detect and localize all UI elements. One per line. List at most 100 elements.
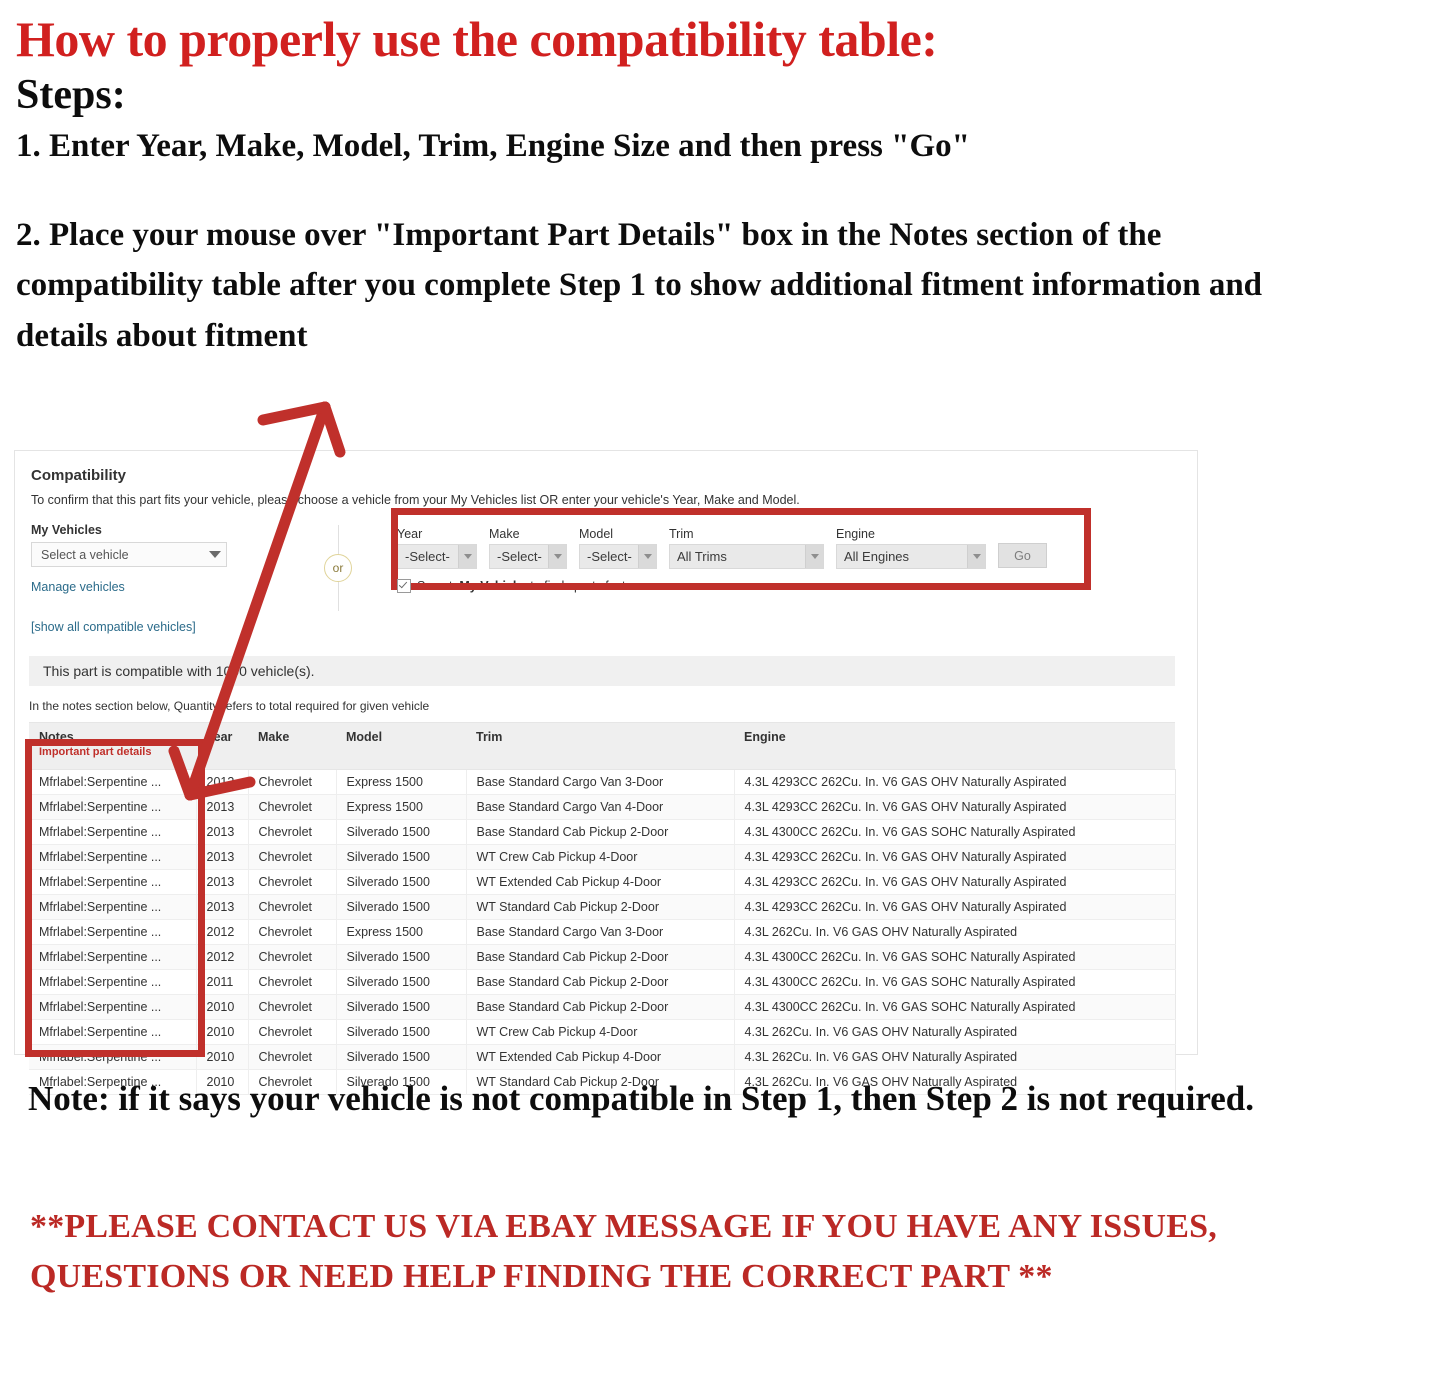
trim-select-value: All Trims <box>677 549 727 564</box>
cell-model: Silverado 1500 <box>336 969 467 995</box>
cell-notes[interactable]: Mfrlabel:Serpentine ... <box>29 794 197 820</box>
engine-label: Engine <box>836 527 875 541</box>
column-header-model[interactable]: Model <box>336 722 466 770</box>
table-row[interactable]: Mfrlabel:Serpentine ... 2010 Chevrolet Silv… <box>29 1019 1176 1045</box>
cell-model: Silverado 1500 <box>336 819 467 845</box>
cell-year: 2010 <box>196 1044 249 1070</box>
cell-trim: WT Extended Cab Pickup 4-Door <box>466 869 735 895</box>
make-field: Make -Select- <box>489 527 567 569</box>
table-row[interactable]: Mfrlabel:Serpentine ... 2010 Chevrolet Silv… <box>29 1044 1176 1070</box>
cell-make: Chevrolet <box>248 844 337 870</box>
notes-quantity-hint: In the notes section below, Quantity ref… <box>29 699 430 713</box>
cell-make: Chevrolet <box>248 869 337 895</box>
cell-model: Silverado 1500 <box>336 1019 467 1045</box>
cell-engine: 4.3L 4293CC 262Cu. In. V6 GAS OHV Natura… <box>734 844 1176 870</box>
cell-notes[interactable]: Mfrlabel:Serpentine ... <box>29 944 197 970</box>
make-select[interactable]: -Select- <box>489 544 567 569</box>
cell-notes[interactable]: Mfrlabel:Serpentine ... <box>29 869 197 895</box>
table-row[interactable]: Mfrlabel:Serpentine ... 2013 Chevrolet Expr… <box>29 769 1176 795</box>
table-row[interactable]: Mfrlabel:Serpentine ... 2010 Chevrolet Silv… <box>29 994 1176 1020</box>
my-vehicles-select[interactable]: Select a vehicle <box>31 542 227 567</box>
engine-field: Engine All Engines <box>836 527 986 569</box>
save-to-my-vehicles-checkbox[interactable] <box>397 579 411 593</box>
my-vehicles-column: My Vehicles Select a vehicle Manage vehi… <box>31 523 283 634</box>
or-divider: or <box>283 523 393 613</box>
page-title: How to properly use the compatibility ta… <box>16 11 938 67</box>
vehicle-fields-group: Year -Select- Make -Select- Model -Selec… <box>391 508 1179 593</box>
cell-notes[interactable]: Mfrlabel:Serpentine ... <box>29 844 197 870</box>
cell-trim: Base Standard Cargo Van 4-Door <box>466 794 735 820</box>
cell-make: Chevrolet <box>248 1019 337 1045</box>
chevron-down-icon <box>967 545 985 568</box>
model-select-value: -Select- <box>587 549 632 564</box>
year-select-value: -Select- <box>405 549 450 564</box>
year-field: Year -Select- <box>397 527 477 569</box>
column-header-trim[interactable]: Trim <box>466 722 734 770</box>
cell-engine: 4.3L 4293CC 262Cu. In. V6 GAS OHV Natura… <box>734 869 1176 895</box>
cell-trim: WT Standard Cab Pickup 2-Door <box>466 894 735 920</box>
cell-notes[interactable]: Mfrlabel:Serpentine ... <box>29 769 197 795</box>
cell-trim: Base Standard Cab Pickup 2-Door <box>466 969 735 995</box>
table-row[interactable]: Mfrlabel:Serpentine ... 2013 Chevrolet Silv… <box>29 869 1176 895</box>
trim-select[interactable]: All Trims <box>669 544 824 569</box>
column-header-year[interactable]: Year <box>196 722 248 770</box>
compatibility-subtitle: To confirm that this part fits your vehi… <box>31 493 800 507</box>
cell-notes[interactable]: Mfrlabel:Serpentine ... <box>29 1044 197 1070</box>
year-select[interactable]: -Select- <box>397 544 477 569</box>
cell-engine: 4.3L 4293CC 262Cu. In. V6 GAS OHV Natura… <box>734 769 1176 795</box>
footer-note: Note: if it says your vehicle is not com… <box>28 1079 1254 1118</box>
table-row[interactable]: Mfrlabel:Serpentine ... 2011 Chevrolet Silv… <box>29 969 1176 995</box>
go-button[interactable]: Go <box>998 543 1047 568</box>
cell-year: 2013 <box>196 769 249 795</box>
cell-make: Chevrolet <box>248 919 337 945</box>
save-to-my-vehicles-row[interactable]: Save to My Vehicles to finds parts faste… <box>397 579 1179 593</box>
cell-notes[interactable]: Mfrlabel:Serpentine ... <box>29 994 197 1020</box>
column-header-notes[interactable]: Notes Important part details <box>29 722 196 770</box>
footer-contact-message: **PLEASE CONTACT US VIA EBAY MESSAGE IF … <box>30 1208 1217 1296</box>
cell-notes[interactable]: Mfrlabel:Serpentine ... <box>29 894 197 920</box>
cell-trim: WT Crew Cab Pickup 4-Door <box>466 844 735 870</box>
my-vehicles-label: My Vehicles <box>31 523 102 537</box>
step-1-text: 1. Enter Year, Make, Model, Trim, Engine… <box>16 128 970 164</box>
table-row[interactable]: Mfrlabel:Serpentine ... 2013 Chevrolet Silv… <box>29 819 1176 845</box>
column-header-engine[interactable]: Engine <box>734 722 1175 770</box>
cell-trim: Base Standard Cargo Van 3-Door <box>466 769 735 795</box>
cell-make: Chevrolet <box>248 894 337 920</box>
cell-notes[interactable]: Mfrlabel:Serpentine ... <box>29 1019 197 1045</box>
cell-notes[interactable]: Mfrlabel:Serpentine ... <box>29 919 197 945</box>
table-header-row: Notes Important part details Year Make M… <box>29 722 1175 770</box>
table-row[interactable]: Mfrlabel:Serpentine ... 2013 Chevrolet Silv… <box>29 844 1176 870</box>
model-select[interactable]: -Select- <box>579 544 657 569</box>
table-row[interactable]: Mfrlabel:Serpentine ... 2012 Chevrolet Silv… <box>29 944 1176 970</box>
cell-engine: 4.3L 4300CC 262Cu. In. V6 GAS SOHC Natur… <box>734 819 1176 845</box>
step-2-text: 2. Place your mouse over "Important Part… <box>16 217 1263 354</box>
cell-year: 2013 <box>196 819 249 845</box>
table-header: Notes Important part details Year Make M… <box>29 722 1175 770</box>
column-header-make[interactable]: Make <box>248 722 336 770</box>
cell-notes[interactable]: Mfrlabel:Serpentine ... <box>29 969 197 995</box>
chevron-down-icon <box>458 545 476 568</box>
cell-year: 2012 <box>196 919 249 945</box>
steps-label: Steps: <box>16 72 126 118</box>
engine-select-value: All Engines <box>844 549 910 564</box>
engine-select[interactable]: All Engines <box>836 544 986 569</box>
cell-year: 2013 <box>196 869 249 895</box>
manage-vehicles-link[interactable]: Manage vehicles <box>31 580 283 594</box>
cell-year: 2013 <box>196 844 249 870</box>
table-row[interactable]: Mfrlabel:Serpentine ... 2013 Chevrolet Silv… <box>29 894 1176 920</box>
save-bold-label: My Vehicles <box>459 579 531 593</box>
cell-model: Silverado 1500 <box>336 844 467 870</box>
fields-row: Year -Select- Make -Select- Model -Selec… <box>397 523 1179 569</box>
chevron-down-icon <box>805 545 823 568</box>
cell-make: Chevrolet <box>248 944 337 970</box>
model-label: Model <box>579 527 614 541</box>
cell-model: Express 1500 <box>336 794 467 820</box>
cell-notes[interactable]: Mfrlabel:Serpentine ... <box>29 819 197 845</box>
table-row[interactable]: Mfrlabel:Serpentine ... 2012 Chevrolet Expr… <box>29 919 1176 945</box>
cell-make: Chevrolet <box>248 969 337 995</box>
table-row[interactable]: Mfrlabel:Serpentine ... 2013 Chevrolet Expr… <box>29 794 1176 820</box>
show-all-compatible-vehicles-link[interactable]: [show all compatible vehicles] <box>31 620 283 634</box>
cell-engine: 4.3L 262Cu. In. V6 GAS OHV Naturally Asp… <box>734 1019 1176 1045</box>
my-vehicles-select-value: Select a vehicle <box>41 547 129 562</box>
cell-make: Chevrolet <box>248 1044 337 1070</box>
